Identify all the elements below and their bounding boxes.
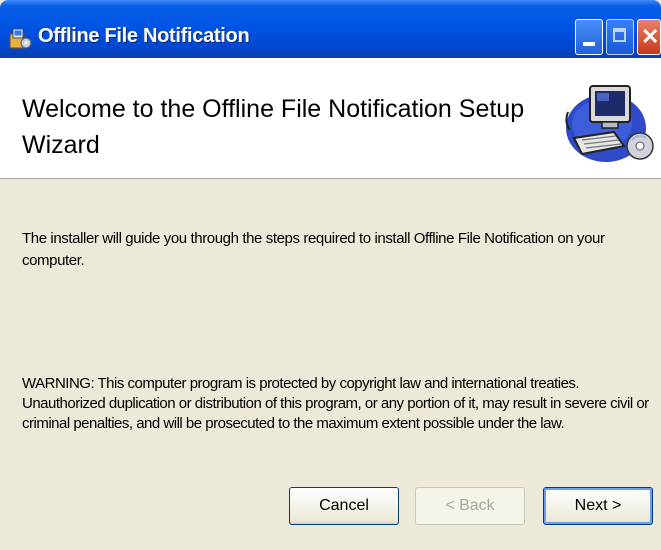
page-title: Welcome to the Offline File Notification…: [22, 95, 525, 159]
maximize-icon: [613, 28, 626, 42]
minimize-button[interactable]: [575, 19, 603, 55]
minimize-icon: [583, 42, 595, 46]
install-description: The installer will guide you through the…: [22, 230, 605, 269]
installer-icon: [9, 28, 32, 49]
window-title: Offline File Notification: [38, 25, 250, 47]
back-button[interactable]: < Back: [415, 487, 525, 525]
maximize-button[interactable]: [606, 19, 634, 55]
next-button[interactable]: Next >: [543, 487, 653, 525]
close-button[interactable]: ✕: [637, 19, 661, 55]
setup-wizard-window: Offline File Notification ✕ Welcome to t…: [0, 0, 661, 550]
computer-setup-icon: [565, 85, 654, 162]
close-icon: ✕: [641, 24, 660, 49]
copyright-warning: WARNING: This computer program is protec…: [22, 375, 649, 432]
title-bar[interactable]: Offline File Notification ✕: [0, 0, 661, 58]
cancel-button[interactable]: Cancel: [289, 487, 399, 525]
